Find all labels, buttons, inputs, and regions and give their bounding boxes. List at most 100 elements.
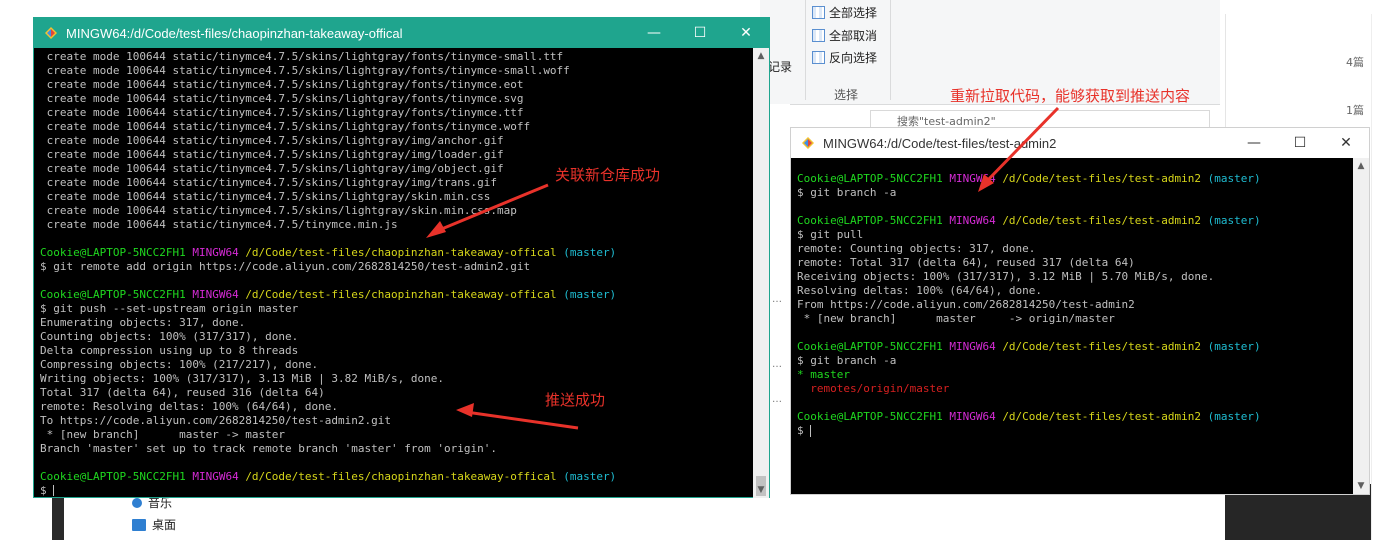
scroll-down-icon[interactable]: ▼: [1353, 478, 1369, 494]
select-none-icon: [812, 29, 825, 42]
ribbon-divider: [890, 0, 891, 100]
terminal-line: create mode 100644 static/tinymce4.7.5/s…: [40, 134, 750, 148]
terminal-text: Delta compression using up to 8 threads: [40, 344, 299, 357]
terminal-text: Resolving deltas: 100% (64/64), done.: [797, 284, 1043, 297]
terminal-line: Cookie@LAPTOP-5NCC2FH1 MINGW64 /d/Code/t…: [40, 246, 750, 260]
close-button[interactable]: ✕: [723, 18, 769, 48]
nav-item-desktop[interactable]: 桌面: [132, 516, 176, 533]
title-bar[interactable]: MINGW64:/d/Code/test-files/chaopinzhan-t…: [34, 18, 769, 48]
git-bash-icon: [45, 27, 57, 39]
terminal-text: $: [797, 424, 811, 437]
terminal-output[interactable]: Cookie@LAPTOP-5NCC2FH1 MINGW64 /d/Code/t…: [797, 172, 1357, 492]
annotation-pull-note: 重新拉取代码，能够获取到推送内容: [950, 87, 1191, 105]
explorer-scrollbar[interactable]: [1371, 14, 1390, 540]
explorer-column-strip: … … …: [770, 104, 790, 504]
history-button[interactable]: 记录: [768, 58, 792, 75]
terminal-text: MINGW64: [192, 246, 246, 259]
terminal-line: * [new branch] master -> master: [40, 428, 750, 442]
terminal-text: MINGW64: [192, 470, 246, 483]
terminal-line: remote: Resolving deltas: 100% (64/64), …: [40, 400, 750, 414]
terminal-line: Compressing objects: 100% (217/217), don…: [40, 358, 750, 372]
music-icon: [132, 497, 142, 508]
terminal-line: To https://code.aliyun.com/2682814250/te…: [40, 414, 750, 428]
terminal-line: Branch 'master' set up to track remote b…: [40, 442, 750, 456]
terminal-text: MINGW64: [949, 340, 1003, 353]
terminal-text: MINGW64: [949, 172, 1003, 185]
terminal-line: remote: Total 317 (delta 64), reused 317…: [797, 256, 1357, 270]
terminal-text: Cookie@LAPTOP-5NCC2FH1: [797, 410, 950, 423]
terminal-text: Cookie@LAPTOP-5NCC2FH1: [40, 288, 193, 301]
ribbon-group-label: 选择: [834, 88, 859, 102]
terminal-text: /d/Code/test-files/test-admin2: [1002, 214, 1208, 227]
git-bash-icon: [802, 137, 814, 149]
terminal-text: Receiving objects: 100% (317/317), 3.12 …: [797, 270, 1215, 283]
scroll-up-icon[interactable]: ▲: [753, 48, 769, 64]
terminal-text: remotes/origin/master: [797, 382, 950, 395]
terminal-text: /d/Code/test-files/test-admin2: [1002, 410, 1208, 423]
terminal-text: create mode 100644 static/tinymce4.7.5/s…: [40, 162, 504, 175]
terminal-text: $ git push --set-upstream origin master: [40, 302, 299, 315]
minimize-button[interactable]: —: [631, 18, 677, 48]
terminal-text: Total 317 (delta 64), reused 316 (delta …: [40, 386, 325, 399]
text-cursor: [53, 485, 55, 496]
terminal-line: Receiving objects: 100% (317/317), 3.12 …: [797, 270, 1357, 284]
terminal-line: $ git push --set-upstream origin master: [40, 302, 750, 316]
terminal-line: Counting objects: 100% (317/317), done.: [40, 330, 750, 344]
terminal-text: create mode 100644 static/tinymce4.7.5/t…: [40, 218, 398, 231]
terminal-line: $ git branch -a: [797, 186, 1357, 200]
terminal-line: Enumerating objects: 317, done.: [40, 316, 750, 330]
select-all-button[interactable]: 全部选择: [812, 4, 877, 21]
terminal-line: remotes/origin/master: [797, 382, 1357, 396]
terminal-text: Counting objects: 100% (317/317), done.: [40, 330, 299, 343]
window-title: MINGW64:/d/Code/test-files/test-admin2: [823, 135, 1057, 151]
ribbon-divider: [805, 0, 806, 100]
terminal-line: create mode 100644 static/tinymce4.7.5/t…: [40, 218, 750, 232]
title-bar[interactable]: MINGW64:/d/Code/test-files/test-admin2 —…: [791, 128, 1369, 158]
terminal-line: $ git remote add origin https://code.ali…: [40, 260, 750, 274]
terminal-scrollbar[interactable]: ▲ ▼: [1353, 158, 1369, 494]
terminal-text: /d/Code/test-files/chaopinzhan-takeaway-…: [245, 288, 564, 301]
terminal-text: (master): [1207, 214, 1261, 227]
maximize-button[interactable]: ☐: [1277, 128, 1323, 158]
terminal-line: Total 317 (delta 64), reused 316 (delta …: [40, 386, 750, 400]
terminal-window-pull[interactable]: MINGW64:/d/Code/test-files/test-admin2 —…: [790, 127, 1370, 495]
terminal-text: Branch 'master' set up to track remote b…: [40, 442, 497, 455]
terminal-text: Cookie@LAPTOP-5NCC2FH1: [797, 340, 950, 353]
terminal-line: Writing objects: 100% (317/317), 3.13 Mi…: [40, 372, 750, 386]
minimize-button[interactable]: —: [1231, 128, 1277, 158]
maximize-button[interactable]: ☐: [677, 18, 723, 48]
scroll-down-icon[interactable]: ▼: [753, 482, 769, 498]
select-all-icon: [812, 6, 825, 19]
terminal-text: Cookie@LAPTOP-5NCC2FH1: [797, 172, 950, 185]
count-label: 1篇: [1346, 104, 1364, 117]
terminal-text: remote: Counting objects: 317, done.: [797, 242, 1036, 255]
terminal-text: To https://code.aliyun.com/2682814250/te…: [40, 414, 391, 427]
terminal-scrollbar[interactable]: ▲ ▼: [753, 48, 769, 498]
terminal-output[interactable]: create mode 100644 static/tinymce4.7.5/s…: [40, 50, 750, 496]
terminal-line: create mode 100644 static/tinymce4.7.5/s…: [40, 106, 750, 120]
scroll-up-icon[interactable]: ▲: [1353, 158, 1369, 174]
terminal-text: Cookie@LAPTOP-5NCC2FH1: [40, 470, 193, 483]
terminal-text: $ git branch -a: [797, 354, 897, 367]
terminal-text: create mode 100644 static/tinymce4.7.5/s…: [40, 106, 524, 119]
terminal-text: $ git branch -a: [797, 186, 897, 199]
terminal-text: /d/Code/test-files/chaopinzhan-takeaway-…: [245, 246, 564, 259]
invert-selection-button[interactable]: 反向选择: [812, 49, 877, 66]
terminal-text: /d/Code/test-files/test-admin2: [1002, 340, 1208, 353]
terminal-line: * master: [797, 368, 1357, 382]
terminal-line: $: [797, 424, 1357, 438]
terminal-text: (master): [1207, 410, 1261, 423]
terminal-line: $ git branch -a: [797, 354, 1357, 368]
terminal-line: Cookie@LAPTOP-5NCC2FH1 MINGW64 /d/Code/t…: [797, 214, 1357, 228]
close-button[interactable]: ✕: [1323, 128, 1369, 158]
terminal-text: remote: Total 317 (delta 64), reused 317…: [797, 256, 1135, 269]
terminal-text: create mode 100644 static/tinymce4.7.5/s…: [40, 50, 564, 63]
terminal-line: Cookie@LAPTOP-5NCC2FH1 MINGW64 /d/Code/t…: [40, 470, 750, 484]
terminal-text: (master): [563, 470, 617, 483]
terminal-window-push[interactable]: MINGW64:/d/Code/test-files/chaopinzhan-t…: [33, 17, 770, 498]
select-none-button[interactable]: 全部取消: [812, 27, 877, 44]
